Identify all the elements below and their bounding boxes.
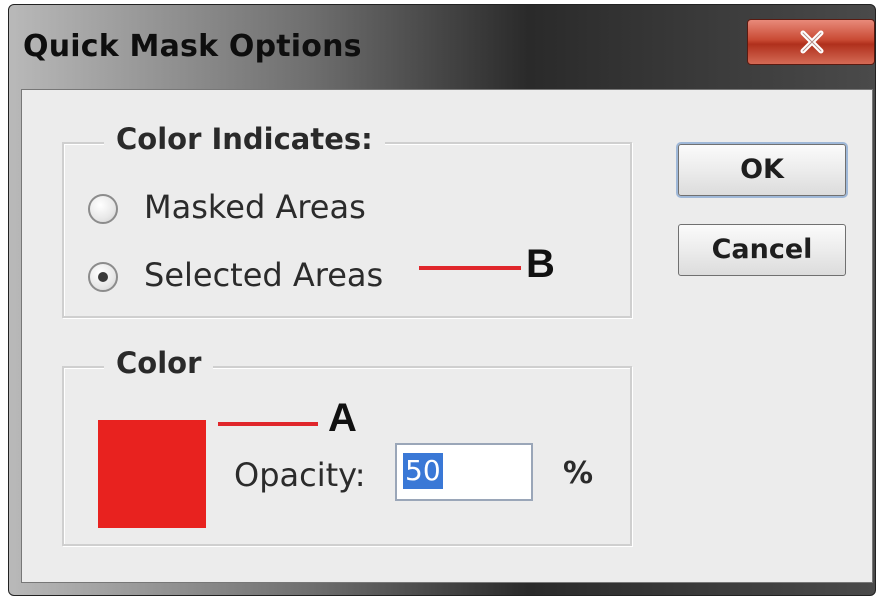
mask-color-swatch[interactable] <box>98 420 206 528</box>
opacity-input[interactable]: 50 <box>395 443 533 501</box>
callout-b-line <box>419 266 521 270</box>
dialog-title: Quick Mask Options <box>23 29 362 64</box>
ok-button[interactable]: OK <box>678 144 846 196</box>
radio-button-masked-areas[interactable] <box>88 194 118 224</box>
close-button[interactable] <box>747 19 875 65</box>
callout-a-line <box>218 422 318 426</box>
opacity-value[interactable]: 50 <box>403 453 443 489</box>
opacity-label: Opacity: <box>234 456 366 494</box>
callout-a-letter: A <box>328 396 357 440</box>
callout-b-letter: B <box>526 242 555 286</box>
close-x-icon <box>800 30 824 54</box>
quick-mask-options-dialog: Quick Mask Options Color Indicates: Mask… <box>8 4 876 596</box>
cancel-button[interactable]: Cancel <box>678 224 846 276</box>
color-indicates-legend: Color Indicates: <box>104 122 385 156</box>
title-bar[interactable]: Quick Mask Options <box>9 5 875 89</box>
color-legend: Color <box>104 346 214 380</box>
radio-button-selected-areas[interactable] <box>88 262 118 292</box>
radio-selected-dot <box>98 272 108 282</box>
masked-areas-label[interactable]: Masked Areas <box>144 188 366 226</box>
opacity-unit: % <box>563 456 594 491</box>
selected-areas-label[interactable]: Selected Areas <box>144 256 383 294</box>
dialog-body: Color Indicates: Masked Areas Selected A… <box>21 89 873 583</box>
color-indicates-group: Color Indicates: Masked Areas Selected A… <box>62 122 632 318</box>
